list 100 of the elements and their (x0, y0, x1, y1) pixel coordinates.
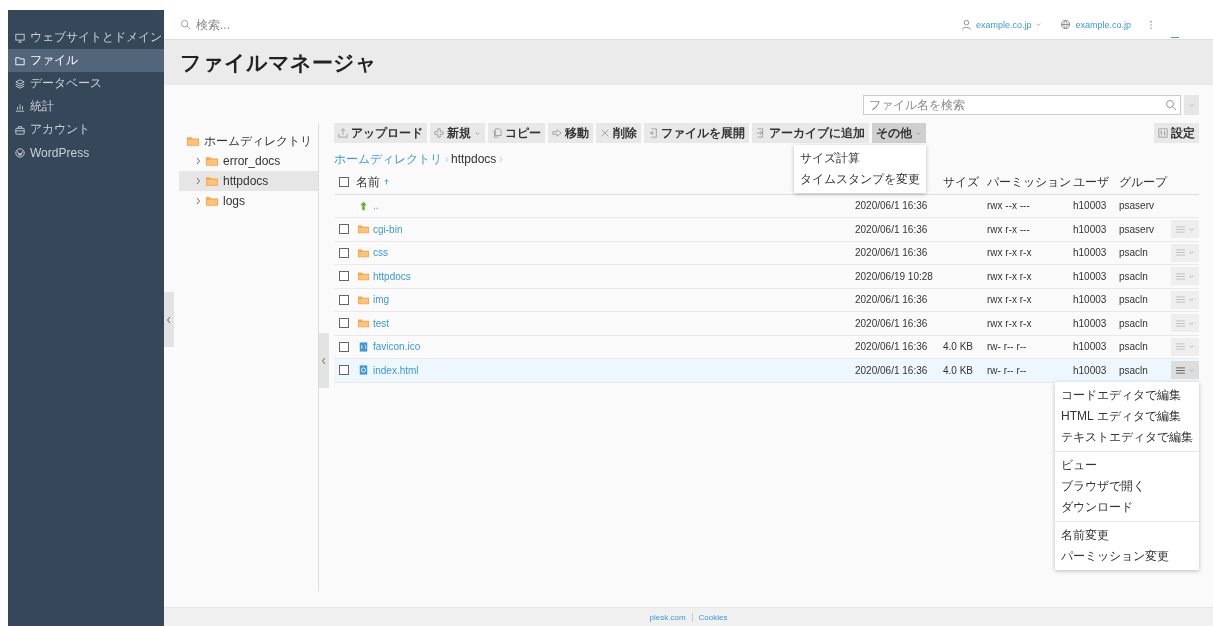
folder-icon (358, 271, 369, 282)
toolbar-button[interactable]: アーカイブに追加 (752, 123, 869, 143)
page-title: ファイルマネージャ (180, 49, 377, 76)
row-menu-button[interactable] (1171, 361, 1199, 380)
menu-icon (1175, 225, 1185, 233)
binary-file-icon (358, 341, 369, 352)
menu-item[interactable]: サイズ計算 (794, 148, 926, 169)
tree-item[interactable]: ホームディレクトリ (179, 131, 318, 151)
sidebar-item[interactable]: ファイル (8, 49, 164, 72)
checkbox[interactable] (339, 318, 349, 329)
toolbar-button[interactable]: アップロード (334, 123, 427, 143)
menu-item[interactable]: ダウンロード (1055, 497, 1199, 519)
table-row[interactable]: test 2020/06/1 16:36 rwx r-x r-x h10003 psacln (334, 312, 1199, 336)
menu-icon (1175, 249, 1185, 257)
layers-icon (15, 78, 25, 89)
tree-item[interactable]: logs (179, 191, 318, 211)
toolbar-button[interactable]: 新規 (430, 123, 485, 143)
permissions-text: rwx r-x r-x (987, 247, 1032, 259)
menu-item[interactable]: 名前変更 (1055, 525, 1199, 547)
checkbox[interactable] (339, 224, 349, 235)
menu-item[interactable]: ブラウザで開く (1055, 476, 1199, 498)
search-icon (1165, 99, 1177, 111)
caret-icon (1035, 21, 1043, 28)
chevron-left-icon (166, 315, 172, 324)
search-options-button[interactable] (1184, 95, 1199, 115)
size-text: 4.0 KB (943, 341, 974, 353)
row-menu-button[interactable] (1171, 243, 1199, 262)
row-menu-button[interactable] (1171, 267, 1199, 286)
column-header[interactable]: 名前 (356, 173, 380, 191)
caret-icon (1187, 272, 1195, 280)
permissions-text: rwx r-x r-x (987, 294, 1032, 306)
toolbar-button[interactable]: 削除 (596, 123, 641, 143)
row-menu-button[interactable] (1171, 290, 1199, 309)
folder-icon (187, 136, 199, 146)
arrow-icon (552, 128, 562, 138)
row-menu-button[interactable] (1171, 337, 1199, 356)
sidebar-item[interactable]: データベース (8, 72, 164, 95)
menu-item[interactable]: パーミッション変更 (1055, 546, 1199, 568)
columns-icon (1158, 128, 1168, 138)
checkbox[interactable] (339, 365, 349, 376)
chevron-right-icon (498, 155, 504, 163)
folder-icon (206, 156, 218, 166)
checkbox[interactable] (339, 177, 349, 188)
table-row[interactable]: img 2020/06/1 16:36 rwx r-x r-x h10003 psacln (334, 288, 1199, 312)
size-text: 4.0 KB (943, 364, 974, 376)
search-field[interactable]: 検索... (196, 17, 396, 32)
menu-item[interactable]: HTML エディタで編集 (1055, 406, 1199, 428)
column-header[interactable]: パーミッション (987, 173, 1071, 191)
menu-icon (1175, 296, 1185, 304)
toolbar-button[interactable]: 移動 (548, 123, 593, 143)
user-text: h10003 (1073, 294, 1107, 306)
checkbox[interactable] (339, 247, 349, 258)
sidebar-item[interactable]: アカウント (8, 118, 164, 141)
toolbar-button[interactable]: ファイルを展開 (644, 123, 749, 143)
menu-item[interactable]: タイムスタンプを変更 (794, 169, 926, 190)
permissions-text: rwx r-x r-x (987, 270, 1032, 282)
table-row[interactable]: .. 2020/06/1 16:36 rwx --x --- h10003 psaserv (334, 194, 1199, 218)
column-header[interactable]: グループ (1119, 173, 1167, 191)
table-row[interactable]: httpdocs 2020/06/19 10:28 rwx r-x r-x h10003 psacln (334, 265, 1199, 289)
sidebar-item[interactable]: 統計 (8, 95, 164, 118)
tree-item[interactable]: error_docs (179, 151, 318, 171)
folder-icon (358, 224, 369, 235)
breadcrumb-item[interactable]: httpdocs (451, 152, 497, 166)
permissions-text: rwx r-x --- (987, 223, 1030, 235)
folder-icon (358, 294, 369, 305)
sidebar-item[interactable]: WordPress (8, 141, 164, 164)
checkbox[interactable] (339, 271, 349, 282)
group-text: psacln (1119, 247, 1148, 259)
checkbox[interactable] (339, 341, 349, 352)
date-text: 2020/06/1 16:36 (855, 317, 928, 329)
folder-icon (206, 176, 218, 186)
group-text: psaserv (1119, 223, 1154, 235)
table-row[interactable]: css 2020/06/1 16:36 rwx r-x r-x h10003 psacln (334, 241, 1199, 265)
toolbar-button[interactable]: コピー (488, 123, 545, 143)
menu-item[interactable]: コードエディタで編集 (1055, 385, 1199, 407)
checkbox[interactable] (339, 294, 349, 305)
date-text: 2020/06/19 10:28 (855, 270, 933, 282)
column-header[interactable]: サイズ (943, 173, 979, 191)
column-header[interactable]: ユーザ (1073, 173, 1109, 191)
date-text: 2020/06/1 16:36 (855, 364, 928, 376)
user-text: h10003 (1073, 270, 1107, 282)
row-menu-button[interactable] (1171, 314, 1199, 333)
sidebar-item[interactable]: ウェブサイトとドメイン (8, 26, 164, 49)
menu-icon (1175, 319, 1185, 327)
toolbar-button[interactable]: その他 (872, 123, 926, 143)
up-arrow-icon (358, 200, 369, 211)
settings-button[interactable]: 設定 (1154, 123, 1199, 143)
caret-icon (1187, 366, 1195, 374)
menu-item[interactable]: テキストエディタで編集 (1055, 427, 1199, 449)
file-search-field[interactable]: ファイル名を検索 (863, 95, 1181, 115)
collapse-handle[interactable] (319, 333, 329, 388)
more-icon[interactable] (1149, 19, 1153, 30)
sort-arrow-icon (384, 178, 389, 187)
collapse-handle[interactable] (164, 292, 174, 347)
tree-item[interactable]: httpdocs (179, 171, 318, 191)
row-menu-button[interactable] (1171, 220, 1199, 239)
account-icon (15, 124, 25, 135)
table-row[interactable]: cgi-bin 2020/06/1 16:36 rwx r-x --- h10003 psaserv (334, 218, 1199, 242)
menu-item[interactable]: ビュー (1055, 455, 1199, 477)
permissions-text: rwx --x --- (987, 200, 1030, 212)
